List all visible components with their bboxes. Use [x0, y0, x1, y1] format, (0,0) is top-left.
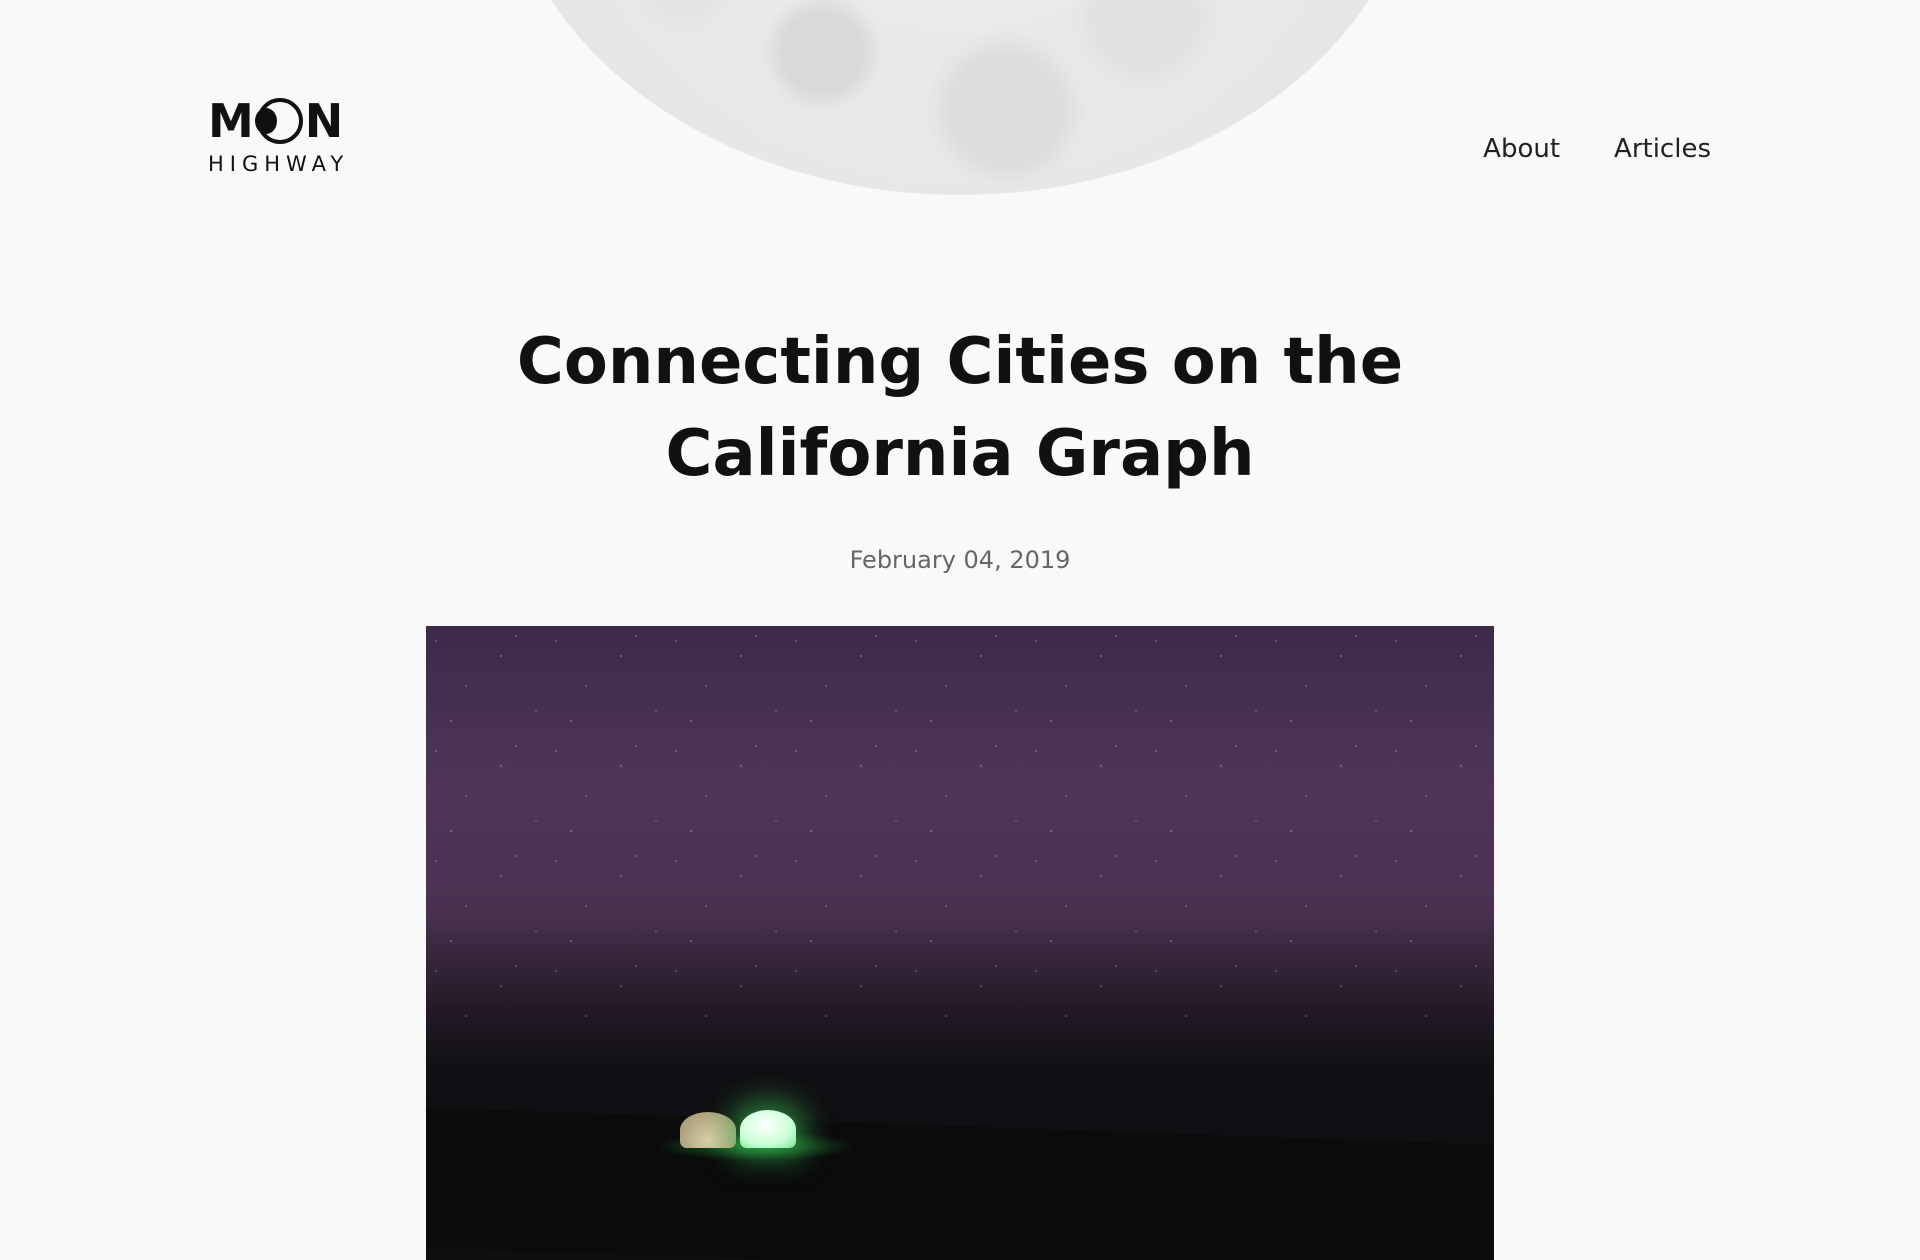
hero-image [426, 626, 1494, 1260]
article-title: Connecting Cities on the California Grap… [516, 325, 1404, 491]
tent-right-lit [740, 1110, 796, 1148]
logo-moon-icon [254, 98, 303, 144]
starry-sky [426, 626, 1494, 1020]
site-logo[interactable]: M N HIGHWAY [208, 98, 364, 176]
nav-link-articles[interactable]: Articles [1614, 134, 1711, 164]
main-nav: About Articles [1483, 134, 1711, 164]
nav-link-about[interactable]: About [1483, 134, 1560, 164]
moon-decoration [501, 0, 1419, 195]
tent-left [680, 1112, 736, 1148]
logo-letter-n: N [304, 94, 345, 148]
horizon-line [426, 981, 1494, 982]
logo-letter-m: M [208, 94, 255, 148]
logo-wordmark: M N [208, 98, 364, 144]
logo-subtitle: HIGHWAY [208, 152, 350, 176]
ground [426, 1107, 1494, 1260]
article-date: February 04, 2019 [849, 546, 1071, 574]
